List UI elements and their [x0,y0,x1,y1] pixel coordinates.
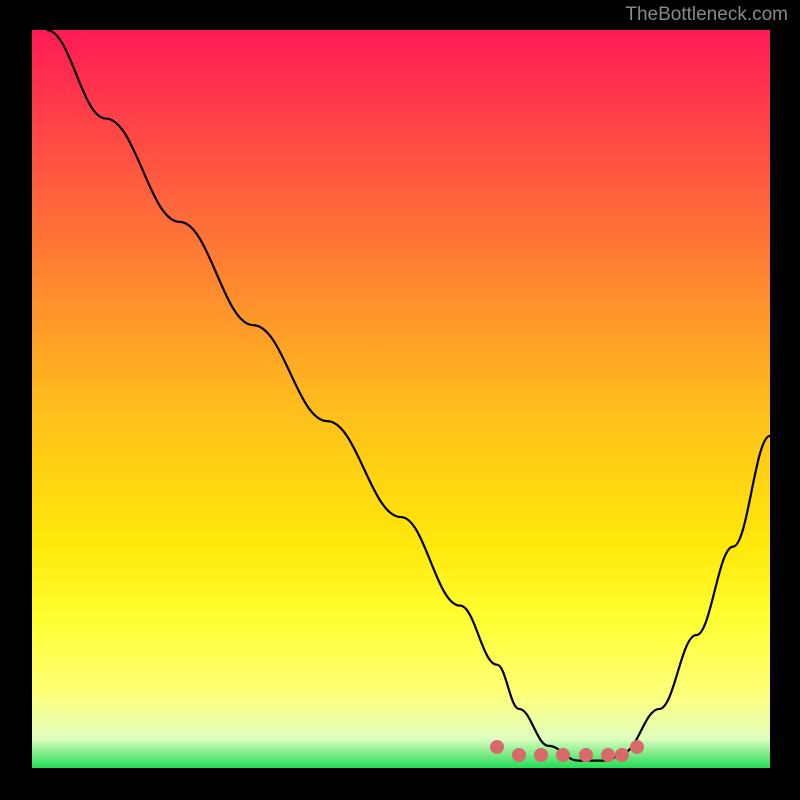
optimal-dot [490,740,504,754]
optimal-dot [512,748,526,762]
watermark-text: TheBottleneck.com [625,4,788,26]
optimal-dot [579,748,593,762]
chart-curve-svg [32,30,770,768]
optimal-dot [601,748,615,762]
chart-plot-area [32,30,770,768]
bottleneck-curve [47,30,770,761]
